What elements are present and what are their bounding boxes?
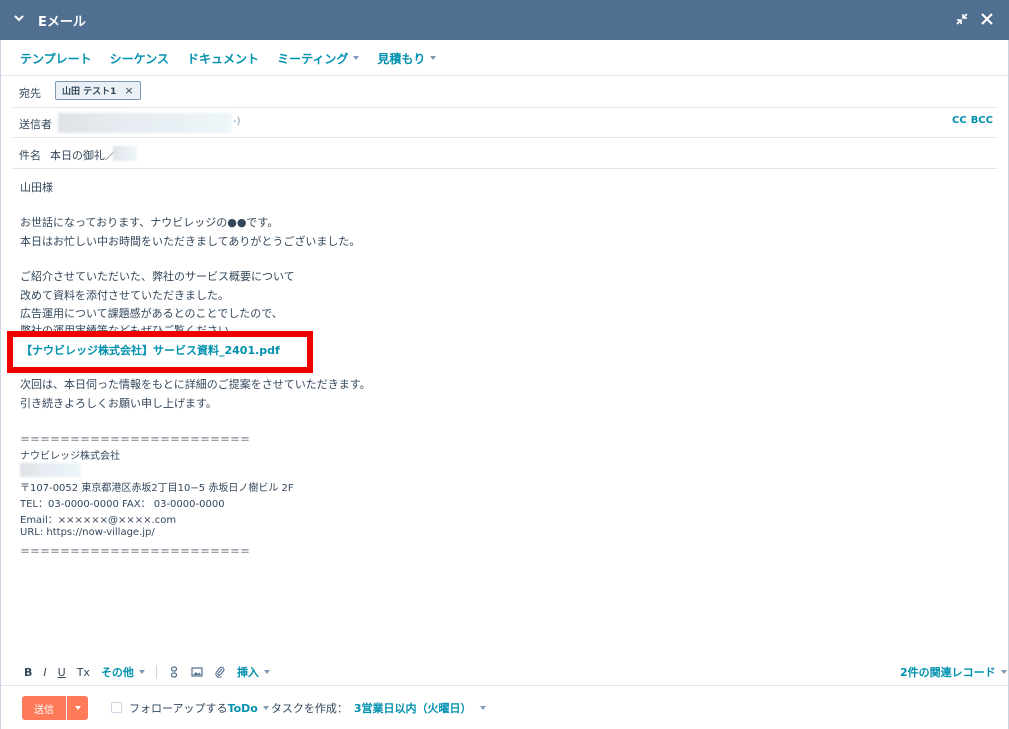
underline-button[interactable]: U [58, 666, 66, 679]
send-button[interactable]: 送信 [22, 696, 66, 720]
caret-down-icon [138, 670, 145, 674]
recipient-chip[interactable]: 山田 テスト1 × [55, 81, 141, 100]
separator [155, 665, 157, 679]
insert-dropdown[interactable]: 挿入 [237, 664, 270, 680]
cc-bcc-toggle[interactable]: CC BCC [952, 115, 993, 126]
subject-redacted [113, 146, 137, 161]
chevron-down-icon[interactable] [12, 11, 26, 25]
templates-button[interactable]: テンプレート [20, 49, 92, 67]
sender-address-redacted[interactable] [58, 113, 232, 133]
due-date-dropdown[interactable]: 3営業日以内（火曜日） [354, 700, 486, 716]
related-records-dropdown[interactable]: 2件の関連レコード [900, 664, 1007, 680]
documents-button[interactable]: ドキュメント [187, 49, 259, 67]
attachment-link[interactable]: 【ナウビレッジ株式会社】サービス資料_2401.pdf [21, 342, 280, 358]
remove-recipient-icon[interactable]: × [124, 84, 133, 97]
divider [1, 75, 1008, 76]
body-line: 引き続きよろしくお願い申し上げます。 [20, 397, 217, 410]
bcc-link[interactable]: BCC [971, 115, 993, 126]
divider [13, 107, 997, 108]
window-title: Eメール [38, 15, 86, 30]
body-line: 改めて資料を添付させていただきました。 [20, 289, 229, 302]
followup-checkbox[interactable] [111, 702, 122, 713]
signature-company: ナウビレッジ株式会社 [20, 451, 120, 462]
close-icon[interactable] [979, 11, 995, 27]
quotes-dropdown[interactable]: 見積もり [377, 49, 437, 67]
greeting: 山田様 [20, 181, 53, 194]
composer-toolbar: テンプレート シーケンス ドキュメント ミーティング 見積もり [20, 49, 454, 67]
body-line: 次回は、本日伺った情報をもとに詳細のご提案をさせていただきます。 [20, 378, 371, 391]
task-type-dropdown[interactable]: ToDo [228, 702, 269, 715]
italic-button[interactable]: I [43, 666, 46, 679]
signature-tel: TEL：03-0000-0000 FAX： 03-0000-0000 [20, 499, 225, 510]
body-line: 広告運用について課題感があるとのことでしたので、 [20, 307, 283, 320]
sequences-button[interactable]: シーケンス [110, 49, 169, 67]
body-line: お世話になっております、ナウビレッジの●●です。 [20, 216, 279, 229]
sender-tail: -) [233, 116, 241, 127]
link-icon[interactable] [168, 666, 180, 678]
caret-down-icon [262, 706, 269, 710]
cc-link[interactable]: CC [952, 115, 967, 126]
more-formatting-dropdown[interactable]: その他 [101, 664, 145, 680]
recipient-name: 山田 テスト1 [62, 87, 117, 97]
caret-down-icon [479, 706, 486, 710]
bold-button[interactable]: B [24, 666, 32, 679]
caret-down-icon [430, 56, 437, 60]
caret-down-icon [74, 706, 81, 710]
from-label: 送信者 [19, 118, 52, 131]
email-window-header: Eメール [0, 0, 1009, 40]
to-label: 宛先 [19, 87, 41, 100]
body-line: ご紹介させていただいた、弊社のサービス概要について [20, 270, 295, 283]
caret-down-icon [263, 670, 270, 674]
signature-email: Email：××××××@××××.com [20, 515, 177, 526]
caret-down-icon [1000, 670, 1007, 674]
signature-rule: ＝＝＝＝＝＝＝＝＝＝＝＝＝＝＝＝＝＝＝＝＝＝＝ [20, 547, 250, 558]
send-options-dropdown[interactable] [67, 696, 88, 720]
body-line: 本日はお忙しい中お時間をいただきましてありがとうございました。 [20, 235, 361, 248]
attachment-icon[interactable] [214, 666, 226, 678]
divider [13, 168, 997, 169]
followup-text: フォローアップする [129, 702, 228, 715]
signature-url: URL: https://now-village.jp/ [20, 527, 155, 538]
divider [1, 685, 1008, 686]
signature-name-redacted [20, 463, 81, 477]
minimize-icon[interactable] [955, 12, 969, 26]
caret-down-icon [353, 56, 360, 60]
format-toolbar: B I U Tx その他 挿入 [24, 663, 270, 681]
signature-rule: ＝＝＝＝＝＝＝＝＝＝＝＝＝＝＝＝＝＝＝＝＝＝＝ [20, 435, 250, 446]
subject-input[interactable]: 本日の御礼／ [50, 147, 116, 163]
task-text: タスクを作成： [270, 702, 348, 715]
signature-address: 〒107-0052 東京都港区赤坂2丁目10−5 赤坂日ノ樹ビル 2F [20, 483, 294, 494]
subject-label: 件名 [19, 149, 41, 162]
divider [13, 137, 997, 138]
meetings-dropdown[interactable]: ミーティング [277, 49, 360, 67]
followup-task-row: フォローアップする ToDo タスクを作成： 3営業日以内（火曜日） [129, 700, 486, 716]
clear-format-button[interactable]: Tx [77, 666, 90, 679]
image-icon[interactable] [191, 666, 203, 678]
